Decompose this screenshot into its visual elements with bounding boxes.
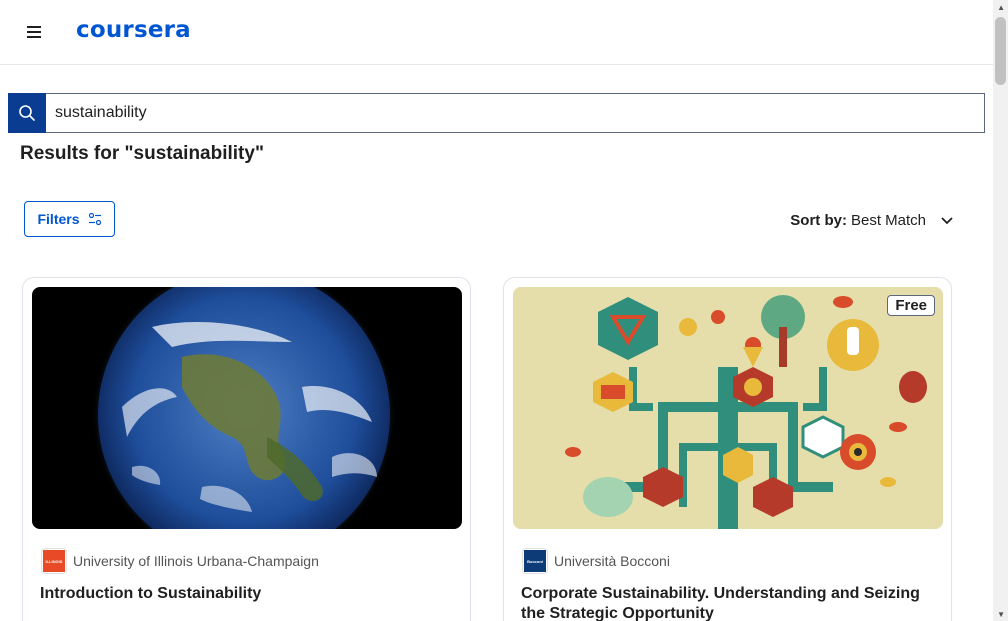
results-title: Results for "sustainability" <box>20 143 264 164</box>
course-title[interactable]: Introduction to Sustainability <box>40 584 450 604</box>
partner-name: University of Illinois Urbana-Champaign <box>73 553 319 569</box>
sort-dropdown[interactable]: Sort by: Best Match <box>790 212 958 229</box>
filters-button[interactable]: Filters <box>24 201 115 237</box>
sort-value: Best Match <box>850 212 926 229</box>
scroll-up-arrow-icon[interactable]: ▲ <box>997 3 1005 12</box>
earth-globe-image <box>32 287 462 529</box>
search-icon <box>19 105 35 121</box>
course-title[interactable]: Corporate Sustainability. Understanding … <box>521 584 931 621</box>
partner-logo: ILLINOIS <box>41 548 67 574</box>
partner-info: ILLINOIS University of Illinois Urbana-C… <box>41 548 319 574</box>
course-card[interactable]: Free Bocconi Università Bocconi Corporat… <box>503 277 952 621</box>
sort-prefix: Sort by: <box>790 212 847 229</box>
search-input[interactable] <box>46 93 985 133</box>
scrollbar-thumb[interactable] <box>995 17 1006 85</box>
sustainability-tree-illustration: Free <box>513 287 943 529</box>
bocconi-logo: Bocconi <box>524 550 546 572</box>
hamburger-menu-icon[interactable] <box>22 20 46 44</box>
partner-info: Bocconi Università Bocconi <box>522 548 670 574</box>
top-header: coursera <box>0 0 993 65</box>
search-button[interactable] <box>8 93 46 133</box>
search-bar <box>8 93 985 133</box>
chevron-down-icon <box>941 216 953 224</box>
partner-logo: Bocconi <box>522 548 548 574</box>
free-badge: Free <box>887 295 935 316</box>
filters-label: Filters <box>37 211 80 227</box>
course-card[interactable]: ILLINOIS University of Illinois Urbana-C… <box>22 277 471 621</box>
partner-name: Università Bocconi <box>554 553 670 569</box>
coursera-logo[interactable]: coursera <box>76 17 191 43</box>
vertical-scrollbar[interactable]: ▲ ▼ <box>993 0 1008 621</box>
filter-sliders-icon <box>88 212 101 226</box>
scroll-down-arrow-icon[interactable]: ▼ <box>997 610 1005 619</box>
illinois-logo: ILLINOIS <box>43 550 65 572</box>
